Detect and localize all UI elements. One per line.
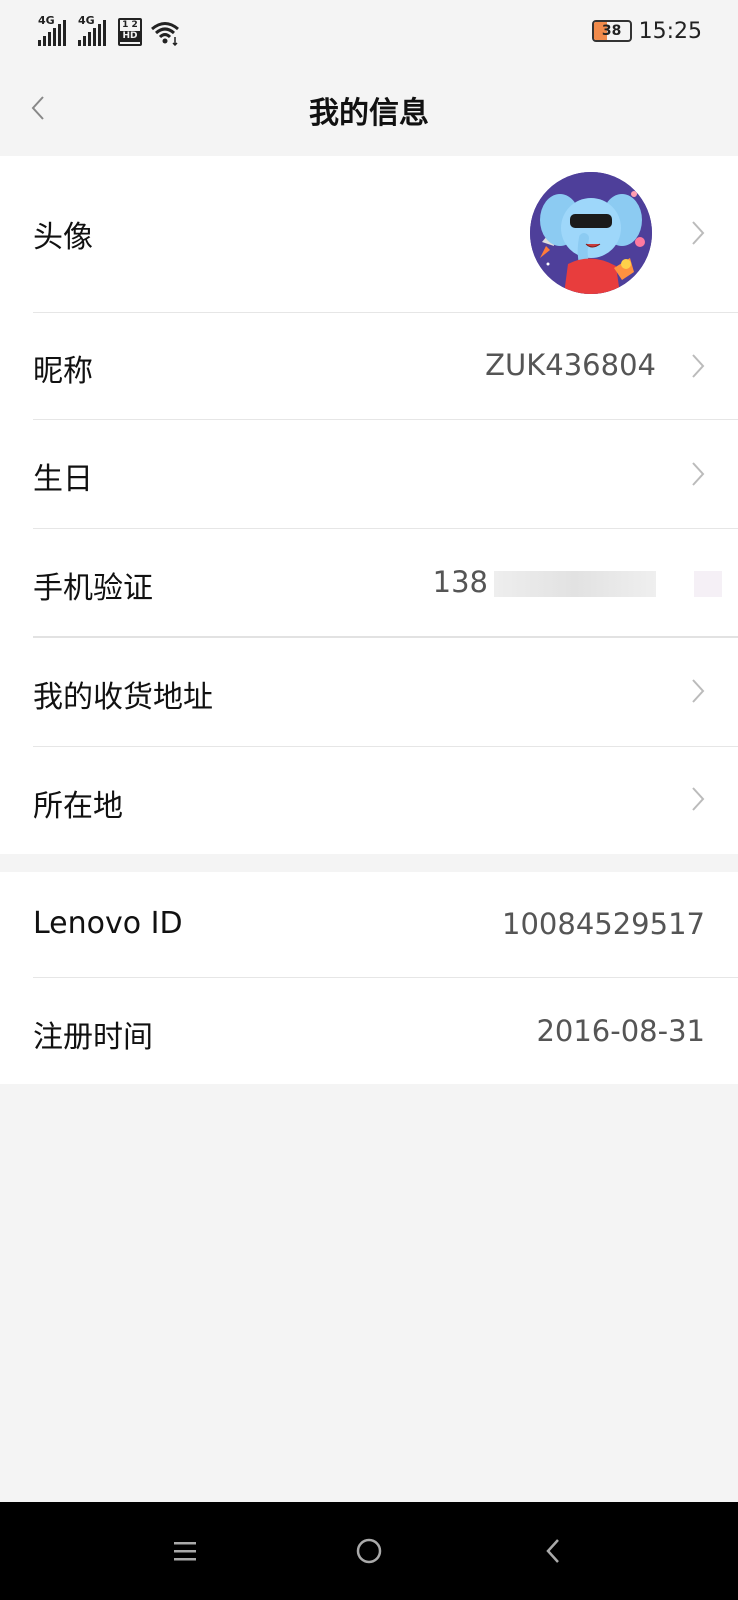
status-bar-right: 38 15:25 [591,16,702,46]
status-bar: 4G 4G 1 2 HD 38 15:25 [0,0,738,62]
home-circle-icon [356,1538,382,1564]
register-time-value: 2016-08-31 [536,1014,705,1048]
register-time-label: 注册时间 [33,1020,153,1055]
phone-row[interactable]: 手机验证 138 [0,529,738,638]
menu-button[interactable] [160,1526,210,1576]
chevron-masked-region [694,571,722,597]
address-label: 我的收货地址 [33,680,213,715]
my-info-screen: 4G 4G 1 2 HD 38 15:25 我的信息 头像 昵称 ZUK4368… [0,0,738,1600]
register-time-row: 注册时间 2016-08-31 [0,978,738,1084]
nickname-label: 昵称 [33,354,93,389]
lenovo-id-value: 10084529517 [502,907,705,941]
account-list: Lenovo ID 10084529517 注册时间 2016-08-31 [0,872,738,1084]
chevron-right-icon [692,462,705,486]
chevron-right-icon [692,679,705,703]
page-title: 我的信息 [309,96,429,131]
signal-icon: 4G [78,14,110,46]
system-nav-bar [0,1502,738,1600]
back-triangle-icon [546,1539,559,1563]
lenovo-id-row: Lenovo ID 10084529517 [0,872,738,978]
birthday-label: 生日 [33,462,93,497]
nickname-row[interactable]: 昵称 ZUK436804 [0,313,738,420]
phone-label: 手机验证 [33,571,153,606]
home-button[interactable] [344,1526,394,1576]
avatar-row[interactable]: 头像 [0,156,738,313]
battery-level: 38 [601,23,622,39]
avatar-label: 头像 [33,220,93,255]
address-row[interactable]: 我的收货地址 [0,638,738,747]
wifi-icon [151,22,179,46]
status-time: 15:25 [638,18,702,44]
signal-icon: 4G [38,14,70,46]
menu-icon [174,1542,196,1561]
phone-value: 138 [432,565,488,599]
chevron-right-icon [692,787,705,811]
birthday-row[interactable]: 生日 [0,420,738,529]
lenovo-id-label: Lenovo ID [33,906,183,941]
profile-list: 头像 昵称 ZUK436804 生日 手机验证 138 我的收货地址 所在地 [0,156,738,854]
nickname-value: ZUK436804 [485,348,656,382]
nav-back-button[interactable] [528,1526,578,1576]
location-row[interactable]: 所在地 [0,747,738,854]
chevron-right-icon [692,354,705,378]
header: 我的信息 [0,62,738,156]
avatar-elephant-image [530,172,652,294]
sim-hd-icon: 1 2 HD [118,18,142,46]
battery-icon: 38 [591,20,632,42]
avatar[interactable] [530,172,652,294]
location-label: 所在地 [33,789,123,824]
phone-masked-region [494,571,656,597]
status-bar-left: 4G 4G 1 2 HD [38,14,180,46]
chevron-right-icon [692,221,705,245]
